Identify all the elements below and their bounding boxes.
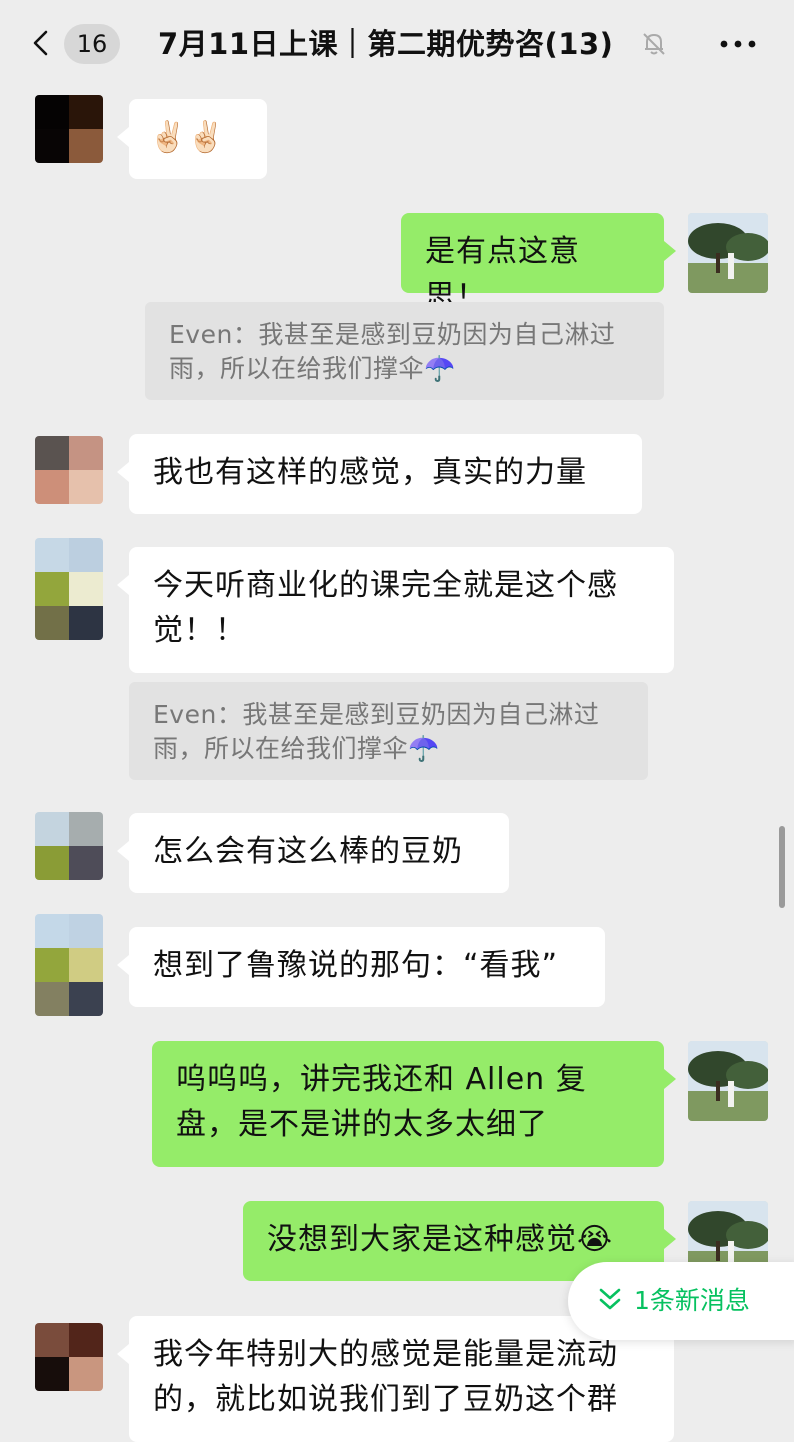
chat-title: 7月11日上课｜第二期优势咨(13) [158,27,614,61]
message-text: 我也有这样的感觉，真实的力量 [153,455,587,490]
message-text: 怎么会有这么棒的豆奶 [153,834,463,869]
back-arrow-icon[interactable] [30,30,50,56]
avatar[interactable] [35,436,103,504]
landscape-photo-icon [688,213,768,293]
avatar[interactable] [35,1323,103,1391]
new-message-label: 1条新消息 [634,1286,750,1315]
own-avatar[interactable] [688,213,768,293]
chat-header: 16 7月11日上课｜第二期优势咨(13) [0,0,794,88]
message-text: 没想到大家是这种感觉😭 [267,1222,614,1257]
more-options-icon[interactable] [718,36,758,52]
own-avatar[interactable] [688,1041,768,1121]
avatar[interactable] [35,812,103,880]
message-text: 想到了鲁豫说的那句：“看我” [153,948,559,983]
quoted-message[interactable]: Even：我甚至是感到豆奶因为自己淋过雨，所以在给我们撑伞☂️ [129,682,648,780]
message-bubble-incoming[interactable]: 怎么会有这么棒的豆奶 [117,813,509,893]
message-bubble-incoming[interactable]: 想到了鲁豫说的那句：“看我” [117,927,605,1007]
victory-hand-emoji: ✌🏻✌🏻 [149,120,226,155]
new-message-banner[interactable]: 1条新消息 [568,1262,794,1340]
message-bubble-outgoing[interactable]: 是有点这意思！ [401,213,676,314]
unread-count-badge[interactable]: 16 [64,24,120,64]
message-bubble-outgoing[interactable]: 呜呜呜，讲完我还和 Allen 复盘，是不是讲的太多太细了 [152,1041,676,1167]
muted-bell-icon [643,33,665,55]
quoted-text: Even：我甚至是感到豆奶因为自己淋过雨，所以在给我们撑伞☂️ [169,320,616,383]
message-bubble-incoming[interactable]: ✌🏻✌🏻 [117,99,267,179]
message-text: 呜呜呜，讲完我还和 Allen 复盘，是不是讲的太多太细了 [176,1062,587,1142]
double-chevron-down-icon [599,1288,621,1310]
avatar[interactable] [35,914,103,1016]
avatar-lower [35,572,103,640]
quoted-text: Even：我甚至是感到豆奶因为自己淋过雨，所以在给我们撑伞☂️ [153,700,600,763]
message-bubble-incoming[interactable]: 今天听商业化的课完全就是这个感觉！！ [117,547,674,673]
avatar[interactable] [35,95,103,163]
quoted-message[interactable]: Even：我甚至是感到豆奶因为自己淋过雨，所以在给我们撑伞☂️ [145,302,664,400]
message-bubble-incoming[interactable]: 我也有这样的感觉，真实的力量 [117,434,642,514]
message-text: 我今年特别大的感觉是能量是流动的，就比如说我们到了豆奶这个群 [153,1337,618,1417]
scrollbar[interactable] [779,826,785,908]
landscape-photo-icon [688,1041,768,1121]
message-text: 今天听商业化的课完全就是这个感觉！！ [153,568,618,648]
